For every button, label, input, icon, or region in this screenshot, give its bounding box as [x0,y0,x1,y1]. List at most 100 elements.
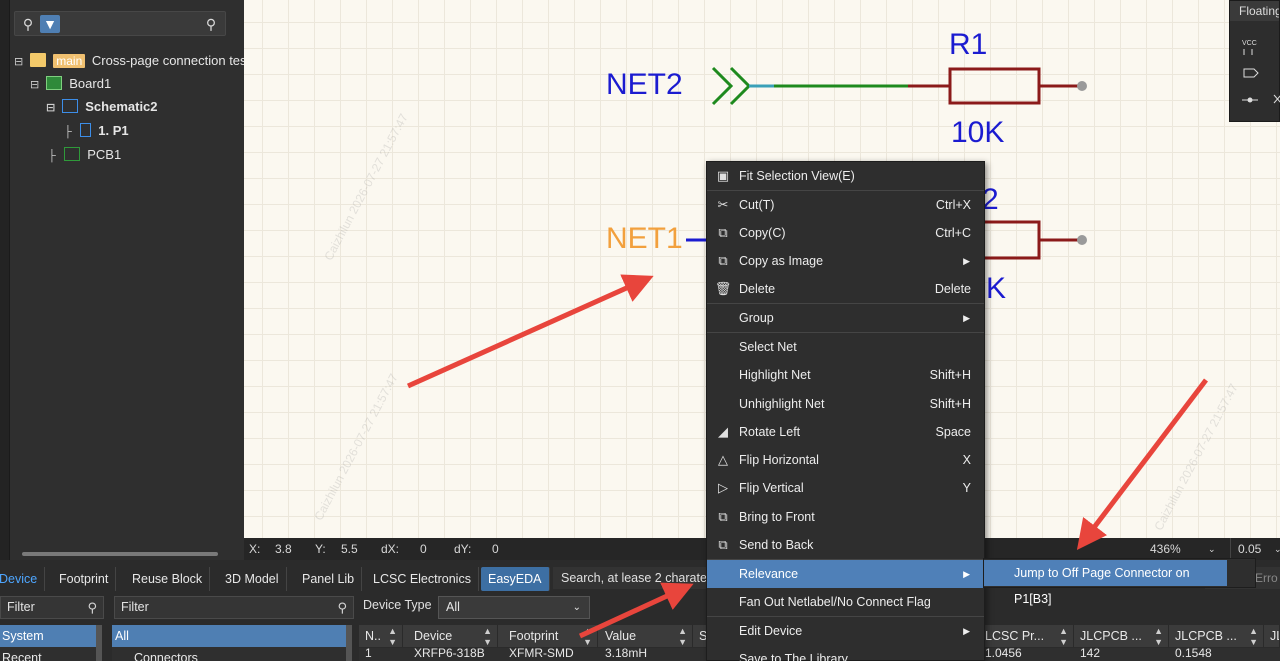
menu-item-edit-device[interactable]: Edit Device ▶ [707,617,984,645]
menu-item-highlight-net[interactable]: Highlight Net Shift+H [707,361,984,389]
tab-panel-lib[interactable]: Panel Lib [295,567,363,591]
sort-icon[interactable]: ▲ ▼ [1059,625,1068,647]
sort-icon[interactable]: ▲ ▼ [678,625,687,647]
tree-item-board[interactable]: ⊟ Board1 [30,74,111,94]
menu-item-fan-out-netlabel[interactable]: Fan Out Netlabel/No Connect Flag [707,588,984,616]
tab-footprint[interactable]: Footprint [52,567,117,591]
zoom-value[interactable]: 436% [1150,538,1181,560]
tree-item-page[interactable]: ├ 1. P1 [64,121,129,141]
sort-icon[interactable]: ▲ ▼ [388,625,397,647]
tree-item-pcb[interactable]: ├ PCB1 [48,145,121,165]
list-item-all[interactable]: All [112,625,346,647]
menu-item-delete[interactable]: 🗑 Delete Delete [707,275,984,303]
col-lcsc-price[interactable]: LCSC Pr... ▲ ▼ [979,625,1074,647]
category-list: All Connectors [112,625,346,661]
library-search-input[interactable]: Search, at lease 2 charate [553,567,713,589]
divider [1230,538,1231,560]
tab-3d-model[interactable]: 3D Model [218,567,287,591]
menu-label: Flip Vertical [739,481,804,495]
dy-value: 0 [492,542,499,556]
menu-item-send-to-back[interactable]: ⧉ Send to Back [707,531,984,559]
r2-value[interactable]: K [986,272,1006,306]
col-label: Footprint [509,629,559,643]
floating-tools[interactable]: VCC [1230,21,1280,121]
floating-title: Floating [1230,1,1279,21]
menu-item-unhighlight-net[interactable]: Unhighlight Net Shift+H [707,390,984,418]
menu-item-fit-selection-view[interactable]: ▣ Fit Selection View(E) [707,162,984,190]
app-window: ⚲ ▼ ⚲ ⊟ main Cross-page connection tes ⊟… [0,0,1280,661]
grid-value[interactable]: 0.05 [1238,538,1261,560]
flip-horizontal-icon: △ [718,452,728,467]
device-type-select[interactable]: All ⌄ [438,596,590,619]
y-value: 5.5 [341,542,358,556]
filter-input-mid[interactable]: Filter ⚲ [114,596,354,619]
filter-input-left[interactable]: Filter ⚲ [0,596,104,619]
search-icon[interactable]: ⚲ [18,15,38,33]
menu-item-flip-vertical[interactable]: ▷ Flip Vertical Y [707,474,984,502]
chevron-down-icon[interactable]: ⌄ [1208,538,1216,560]
tab-reuse-block[interactable]: Reuse Block [125,567,211,591]
search-icon[interactable]: ⚲ [87,597,97,618]
r1-designator[interactable]: R1 [949,28,987,62]
chevron-down-icon[interactable]: ⌄ [1274,538,1280,560]
send-back-icon: ⧉ [718,537,728,552]
sort-icon[interactable]: ▲ ▼ [1154,625,1163,647]
menu-item-bring-to-front[interactable]: ⧉ Bring to Front [707,503,984,531]
col-label: JLCPCB ... [1175,629,1237,643]
tree-item-project[interactable]: ⊟ main Cross-page connection tes [14,51,247,71]
tab-device[interactable]: Device [0,567,46,591]
netlabel-net2[interactable]: NET2 [606,68,683,102]
col-value[interactable]: Value ▲ ▼ [599,625,693,647]
col-device[interactable]: Device ▲ ▼ [408,625,498,647]
context-menu: ▣ Fit Selection View(E) ✂ Cut(T) Ctrl+X … [706,161,985,661]
sort-icon[interactable]: ▲ ▼ [483,625,492,647]
tab-easyeda[interactable]: EasyEDA [481,567,550,591]
dx-value: 0 [420,542,427,556]
tab-lcsc-electronics[interactable]: LCSC Electronics [366,567,479,591]
menu-item-rotate-left[interactable]: ◢ Rotate Left Space [707,418,984,446]
board-label: Board1 [69,76,112,91]
sort-icon[interactable]: ▲ ▼ [583,625,592,647]
menu-item-group[interactable]: Group ▶ [707,304,984,332]
menu-label: Save to The Library [739,652,848,661]
tree-scrollbar[interactable] [22,552,218,556]
menu-item-flip-horizontal[interactable]: △ Flip Horizontal X [707,446,984,474]
menu-item-jump-to-off-page-connector[interactable]: Jump to Off Page Connector on P1[B3] [984,560,1227,606]
menu-item-select-net[interactable]: Select Net [707,333,984,361]
y-label: Y: [315,542,326,556]
menu-shortcut: Space [935,425,971,439]
project-label: Cross-page connection tes [91,53,247,68]
col-jl[interactable]: JL [1264,625,1280,647]
search-icon[interactable]: ⚲ [337,597,347,618]
menu-item-copy-as-image[interactable]: ⧉ Copy as Image ▶ [707,247,984,275]
col-no[interactable]: N.. ▲ ▼ [359,625,403,647]
r1-value[interactable]: 10K [951,116,1004,150]
rotate-left-icon: ◢ [718,424,728,439]
sort-icon[interactable]: ▲ ▼ [1249,625,1258,647]
pcb-icon [63,147,80,161]
filter-icon[interactable]: ▼ [40,15,60,33]
col-jlcpcb-2[interactable]: JLCPCB ... ▲ ▼ [1169,625,1264,647]
menu-item-cut[interactable]: ✂ Cut(T) Ctrl+X [707,191,984,219]
copy-image-icon: ⧉ [718,253,728,268]
device-type-value: All [446,600,460,614]
list-item-system[interactable]: System [0,625,96,647]
list-item-connectors[interactable]: Connectors [112,647,346,661]
dx-label: dX: [381,542,400,556]
list-item-recent[interactable]: Recent [0,647,96,661]
tree-search-bar[interactable]: ⚲ ▼ ⚲ [14,11,226,36]
menu-item-copy[interactable]: ⧉ Copy(C) Ctrl+C [707,219,984,247]
collapse-icon[interactable]: ⊟ [14,52,26,72]
search-icon[interactable]: ⚲ [201,15,221,33]
list-scrollbar[interactable] [96,625,102,661]
collapse-icon[interactable]: ⊟ [30,75,42,95]
menu-item-relevance[interactable]: Relevance ▶ [707,560,984,588]
tree-item-schematic[interactable]: ⊟ Schematic2 [46,97,158,117]
netlabel-net1[interactable]: NET1 [606,222,683,256]
menu-label: Unhighlight Net [739,397,825,411]
col-footprint[interactable]: Footprint ▲ ▼ [503,625,598,647]
menu-item-save-to-library[interactable]: Save to The Library [707,645,984,661]
col-jlcpcb-1[interactable]: JLCPCB ... ▲ ▼ [1074,625,1169,647]
list-scrollbar[interactable] [346,625,352,661]
collapse-icon[interactable]: ⊟ [46,98,58,118]
